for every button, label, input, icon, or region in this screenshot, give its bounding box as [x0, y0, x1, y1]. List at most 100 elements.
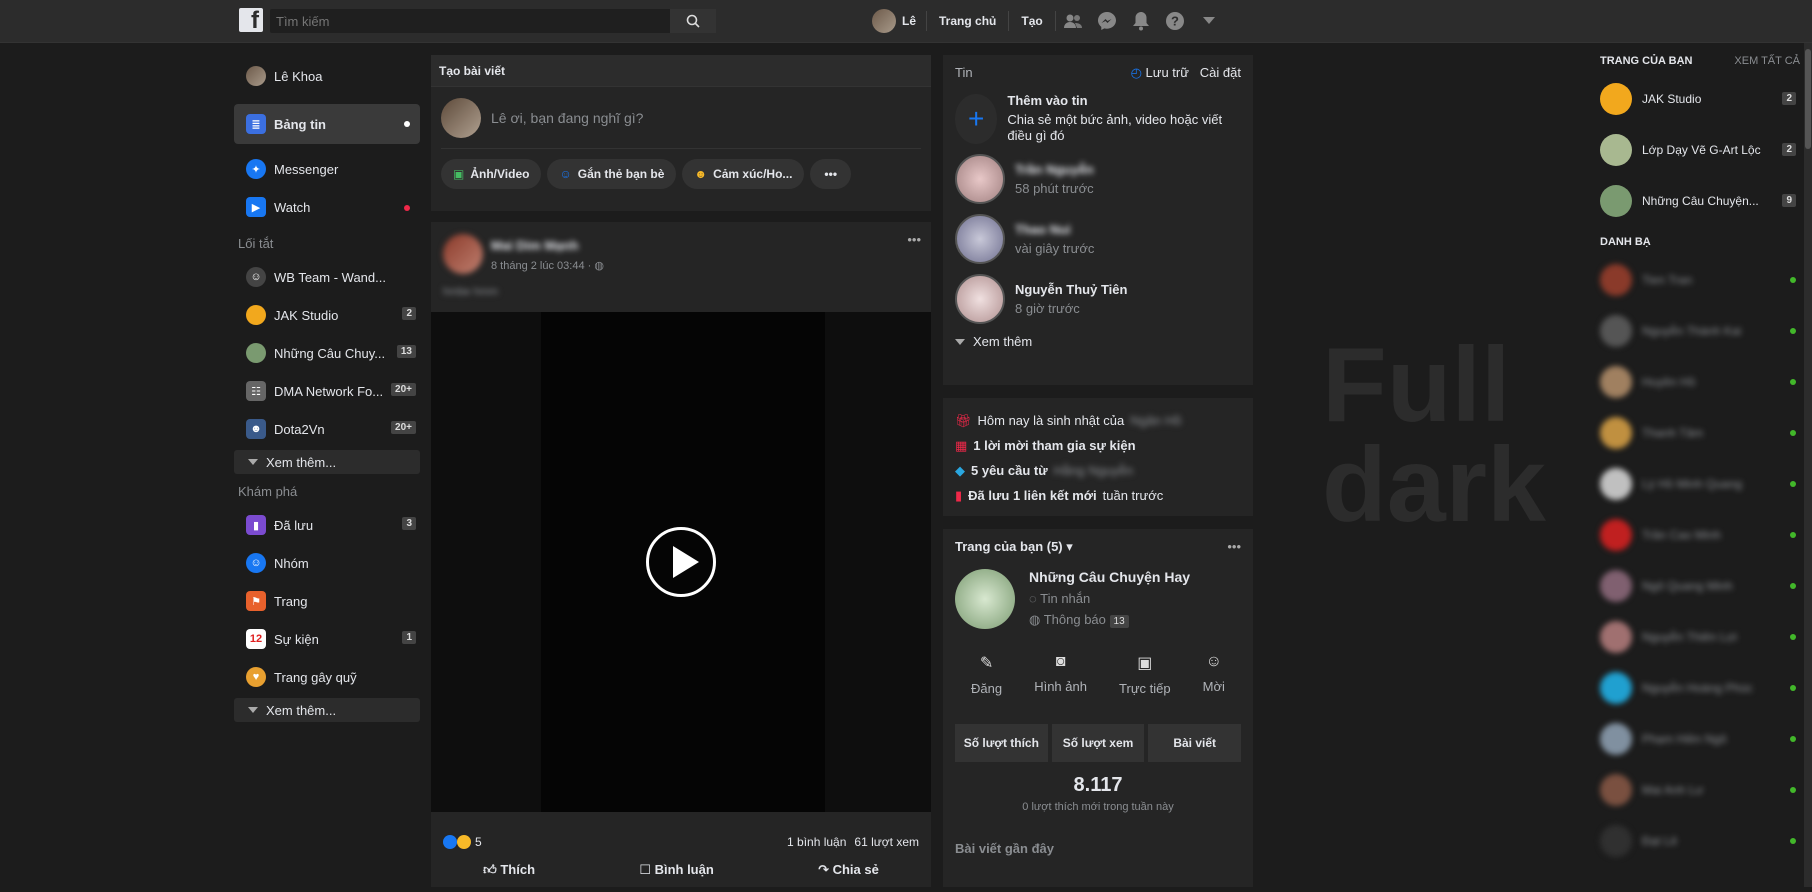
- plus-icon: +: [955, 93, 998, 144]
- friend-requests-icon[interactable]: [1056, 13, 1090, 29]
- video-player[interactable]: [431, 312, 931, 812]
- avatar[interactable]: [443, 234, 483, 274]
- scrollbar-thumb[interactable]: [1805, 49, 1811, 149]
- messenger-icon[interactable]: [1090, 11, 1124, 31]
- chat-page-item[interactable]: Những Câu Chuyện... 9: [1600, 175, 1800, 226]
- live-tool-button[interactable]: ▣ Trực tiếp: [1119, 653, 1171, 696]
- contact-item[interactable]: Thanh Tâm: [1600, 407, 1800, 458]
- sidebar-item-saved[interactable]: ▮ Đã lưu 3: [234, 506, 420, 544]
- share-button[interactable]: ↷ Chia sẻ: [818, 862, 879, 892]
- home-link[interactable]: Trang chủ: [927, 11, 1010, 31]
- contact-item[interactable]: Phạm Hiền Ngô: [1600, 713, 1800, 764]
- pages-title[interactable]: Trang của bạn (5) ▾: [955, 539, 1073, 555]
- contact-item[interactable]: Mai Anh Lư: [1600, 764, 1800, 815]
- facebook-logo-icon[interactable]: f: [239, 8, 263, 34]
- profile-link[interactable]: Lê: [872, 9, 928, 33]
- sidebar-item-messenger[interactable]: ✦ Messenger: [234, 150, 420, 188]
- story-item[interactable]: Thao Nui vài giây trước: [955, 214, 1241, 264]
- create-link[interactable]: Tạo: [1009, 11, 1056, 31]
- post-author[interactable]: Mai Dim Mạnh: [491, 238, 604, 253]
- contact-item[interactable]: Nguyễn Hoàng Phúc: [1600, 662, 1800, 713]
- feeling-activity-button[interactable]: ☻ Cảm xúc/Ho...: [682, 159, 805, 189]
- like-button[interactable]: 👍︎ Thích: [483, 862, 535, 892]
- online-status-dot: [1790, 531, 1796, 538]
- invite-tool-button[interactable]: ☺ Mời: [1203, 653, 1225, 696]
- count-badge: 2: [1782, 143, 1796, 156]
- story-item[interactable]: Trần Nguyễn 58 phút trước: [955, 154, 1241, 204]
- post-tool-button[interactable]: ✎ Đăng: [971, 653, 1002, 696]
- sidebar-item-shortcut[interactable]: ☺ WB Team - Wand...: [234, 258, 420, 296]
- sidebar-item-groups[interactable]: ☺ Nhóm: [234, 544, 420, 582]
- search-input[interactable]: [276, 9, 666, 33]
- sidebar-item-events[interactable]: 12 Sự kiện 1: [234, 620, 420, 658]
- notifications-icon[interactable]: [1124, 11, 1158, 31]
- chevron-down-icon[interactable]: [1192, 17, 1226, 25]
- like-reaction-icon: [443, 835, 457, 849]
- archive-link[interactable]: Lưu trữ: [1146, 65, 1189, 80]
- reactions-summary[interactable]: 5: [443, 835, 482, 849]
- event-text: 1 lời mời tham gia sự kiện: [973, 438, 1136, 453]
- avatar: [441, 97, 481, 138]
- page-messages-link[interactable]: ◌ Tin nhắn: [1029, 591, 1190, 606]
- sidebar-item-shortcut[interactable]: Những Câu Chuy... 13: [234, 334, 420, 372]
- post-options-icon[interactable]: •••: [907, 232, 921, 247]
- sidebar-item-pages[interactable]: ⚑ Trang: [234, 582, 420, 620]
- story-item[interactable]: Nguyễn Thuỷ Tiên 8 giờ trước: [955, 274, 1241, 324]
- tab-views[interactable]: Số lượt xem: [1051, 724, 1145, 762]
- tag-friends-button[interactable]: ☺ Gắn thẻ bạn bè: [547, 159, 677, 189]
- sidebar-item-shortcut[interactable]: ☷ DMA Network Fo... 20+: [234, 372, 420, 410]
- saved-link-reminder[interactable]: ▮ Đã lưu 1 liên kết mới tuần trước: [955, 483, 1241, 508]
- see-more-explore-button[interactable]: Xem thêm...: [234, 698, 420, 722]
- tab-likes[interactable]: Số lượt thích: [955, 724, 1048, 762]
- bookmark-icon: ▮: [246, 515, 266, 535]
- contact-item[interactable]: Lý Hồ Minh Quang: [1600, 458, 1800, 509]
- more-options-button[interactable]: •••: [810, 159, 852, 189]
- page-name: JAK Studio: [1642, 91, 1702, 106]
- page-avatar[interactable]: [955, 569, 1015, 629]
- photo-video-button[interactable]: ▣ Ảnh/Video: [441, 159, 542, 189]
- page-notifications-link[interactable]: ◍ Thông báo 13: [1029, 612, 1190, 628]
- add-story-item[interactable]: + Thêm vào tin Chia sẻ một bức ảnh, vide…: [955, 93, 1241, 144]
- post-timestamp[interactable]: 8 tháng 2 lúc 03:44 · ◍: [491, 259, 604, 272]
- comment-button[interactable]: ☐ Bình luận: [639, 862, 714, 892]
- chat-page-item[interactable]: Lớp Dạy Vẽ G-Art Lộc 2: [1600, 124, 1800, 175]
- sidebar-item-shortcut[interactable]: ☻ Dota2Vn 20+: [234, 410, 420, 448]
- sidebar-item-watch[interactable]: ▶ Watch: [234, 188, 420, 226]
- ellipsis-icon: •••: [824, 167, 838, 181]
- birthday-reminder[interactable]: 🎁︎ Hôm nay là sinh nhật của Ngân Hồ: [955, 408, 1241, 433]
- contact-item[interactable]: Ngô Quang Minh: [1600, 560, 1800, 611]
- event-invite-reminder[interactable]: ▦ 1 lời mời tham gia sự kiện: [955, 433, 1241, 458]
- composer-input[interactable]: Lê ơi, bạn đang nghĩ gì?: [441, 87, 921, 149]
- tab-posts[interactable]: Bài viết: [1148, 724, 1242, 762]
- settings-link[interactable]: Cài đặt: [1200, 65, 1241, 80]
- page-scrollbar[interactable]: [1804, 43, 1812, 887]
- contact-item[interactable]: Tien Tran: [1600, 254, 1800, 305]
- contact-item[interactable]: Đạt Lê: [1600, 815, 1800, 866]
- see-all-link[interactable]: XEM TẤT CẢ: [1734, 55, 1800, 73]
- contact-item[interactable]: Nguyễn Thiên Lợi: [1600, 611, 1800, 662]
- pages-options-icon[interactable]: •••: [1227, 539, 1241, 555]
- like-label: Thích: [500, 862, 536, 877]
- photo-tool-button[interactable]: ◙ Hình ảnh: [1034, 653, 1087, 696]
- contact-item[interactable]: Nguyễn Thành Kai: [1600, 305, 1800, 356]
- see-more-stories-button[interactable]: Xem thêm: [955, 334, 1241, 349]
- sidebar-item-shortcut[interactable]: JAK Studio 2: [234, 296, 420, 334]
- help-icon[interactable]: ?: [1158, 11, 1192, 31]
- sidebar-item-news-feed[interactable]: ≣ Bảng tin: [234, 104, 420, 144]
- sidebar-item-fundraisers[interactable]: ♥ Trang gây quỹ: [234, 658, 420, 696]
- chat-page-item[interactable]: JAK Studio 2: [1600, 73, 1800, 124]
- contact-item[interactable]: Huyền Hồ: [1600, 356, 1800, 407]
- see-more-label: Xem thêm: [973, 334, 1033, 349]
- sidebar-item-profile[interactable]: Lê Khoa: [234, 56, 420, 96]
- contact-item[interactable]: Trần Cao Minh: [1600, 509, 1800, 560]
- page-name[interactable]: Những Câu Chuyện Hay: [1029, 569, 1190, 585]
- contact-name: Phạm Hiền Ngô: [1642, 731, 1727, 746]
- requests-reminder[interactable]: ◆ 5 yêu cầu từ Hằng Nguyễn: [955, 458, 1241, 483]
- story-time: 58 phút trước: [1015, 181, 1094, 196]
- see-more-shortcuts-button[interactable]: Xem thêm...: [234, 450, 420, 474]
- play-icon[interactable]: [646, 527, 716, 597]
- avatar: [1600, 314, 1632, 347]
- search-button[interactable]: [670, 9, 716, 33]
- comments-count[interactable]: 1 bình luận: [787, 835, 846, 849]
- flag-icon: ⚑: [246, 591, 266, 611]
